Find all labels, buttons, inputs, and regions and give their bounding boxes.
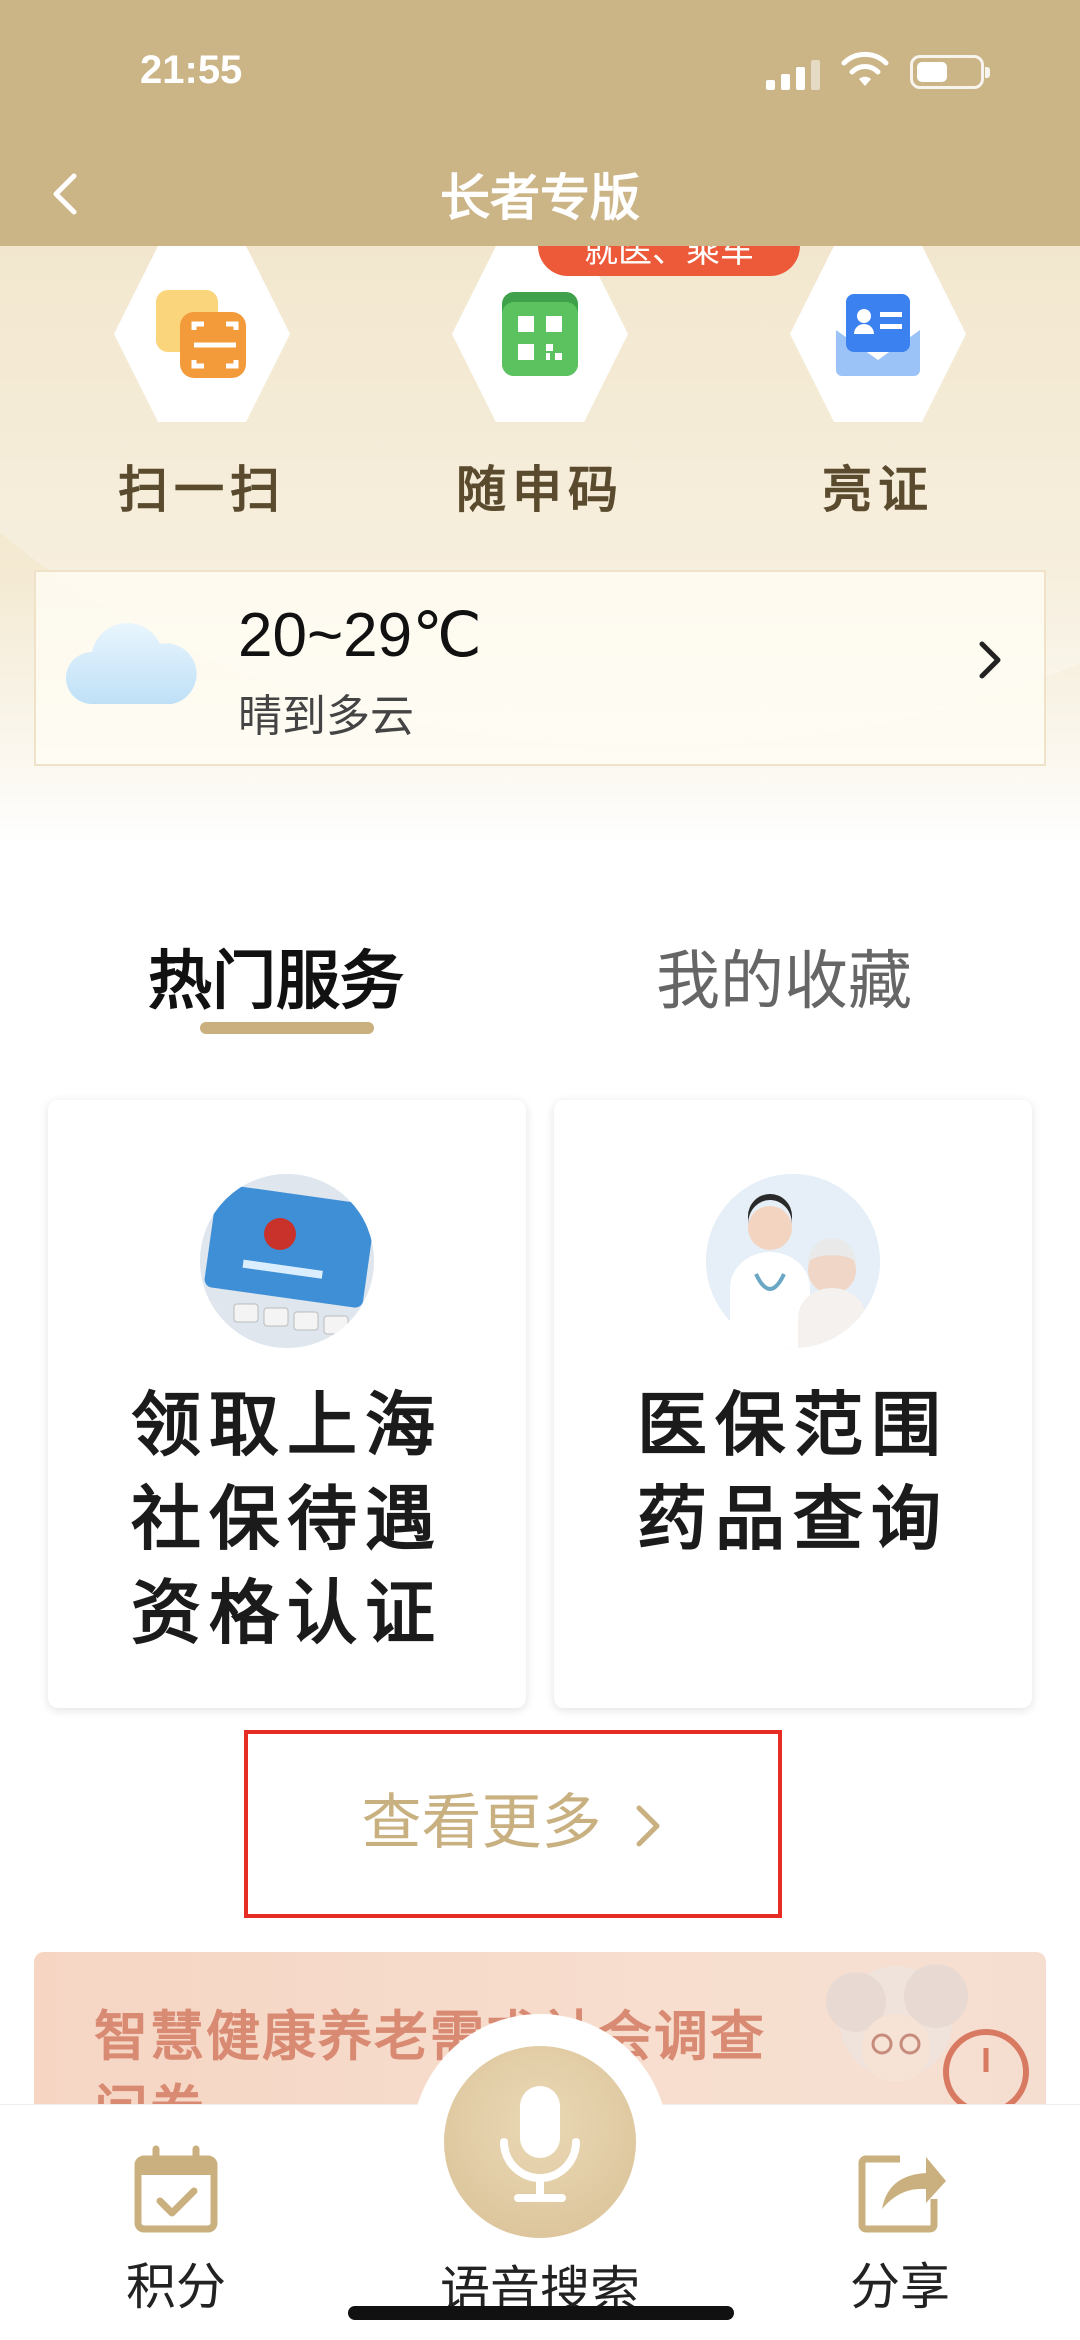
see-more-label: 查看更多 xyxy=(361,1788,602,1858)
active-tab-indicator xyxy=(200,1022,374,1034)
quick-action-label: 亮证 xyxy=(822,461,934,519)
chevron-right-icon xyxy=(636,1805,660,1847)
cloud-icon xyxy=(66,623,197,704)
status-time: 21:55 xyxy=(140,48,243,92)
battery-icon xyxy=(910,55,990,89)
weather-condition: 晴到多云 xyxy=(238,691,414,742)
wifi-icon xyxy=(841,51,889,86)
calendar-check-icon xyxy=(134,2145,218,2233)
service-card-title: 医保范围 药品查询 xyxy=(637,1384,949,1560)
social-security-card-image xyxy=(200,1174,374,1348)
see-more-button[interactable]: 查看更多 xyxy=(248,1774,778,1861)
page-title: 长者专版 xyxy=(440,169,640,227)
tab-hot-services[interactable]: 热门服务 xyxy=(148,930,404,1022)
quick-action-label: 随申码 xyxy=(456,461,624,519)
weather-temperature: 20~29℃ xyxy=(238,601,482,670)
service-tabs: 热门服务 我的收藏 xyxy=(0,930,1080,1040)
id-card-icon xyxy=(790,246,966,422)
quick-action-label: 扫一扫 xyxy=(118,461,286,519)
service-card-social-security[interactable]: 领取上海 社保待遇 资格认证 xyxy=(48,1100,526,1708)
signal-icon xyxy=(766,60,822,90)
see-more-highlight-box: 查看更多 xyxy=(244,1730,782,1918)
service-card-title: 领取上海 社保待遇 资格认证 xyxy=(131,1384,443,1654)
status-bar: 21:55 xyxy=(0,0,1080,140)
promo-tag: 就医、乘车 xyxy=(538,246,800,276)
nav-bar: 长者专版 xyxy=(0,140,1080,246)
microphone-icon xyxy=(500,2086,580,2202)
quick-action-qr[interactable]: 随申码 xyxy=(400,246,680,522)
voice-search-button[interactable] xyxy=(444,2046,636,2238)
quick-action-id[interactable]: 亮证 xyxy=(738,246,1018,522)
home-indicator xyxy=(348,2306,734,2320)
hero-section: 扫一扫 随申码 亮证 就医、乘车 20~29℃ 晴到多云 xyxy=(0,246,1080,846)
chevron-right-icon xyxy=(979,641,1001,679)
share-icon xyxy=(858,2155,946,2233)
quick-action-scan[interactable]: 扫一扫 xyxy=(62,246,342,522)
scan-icon xyxy=(114,246,290,422)
service-card-medical-insurance[interactable]: 医保范围 药品查询 xyxy=(554,1100,1032,1708)
weather-card[interactable]: 20~29℃ 晴到多云 xyxy=(34,570,1046,766)
tab-my-favorites[interactable]: 我的收藏 xyxy=(656,930,912,1022)
doctor-patient-image xyxy=(706,1174,880,1348)
